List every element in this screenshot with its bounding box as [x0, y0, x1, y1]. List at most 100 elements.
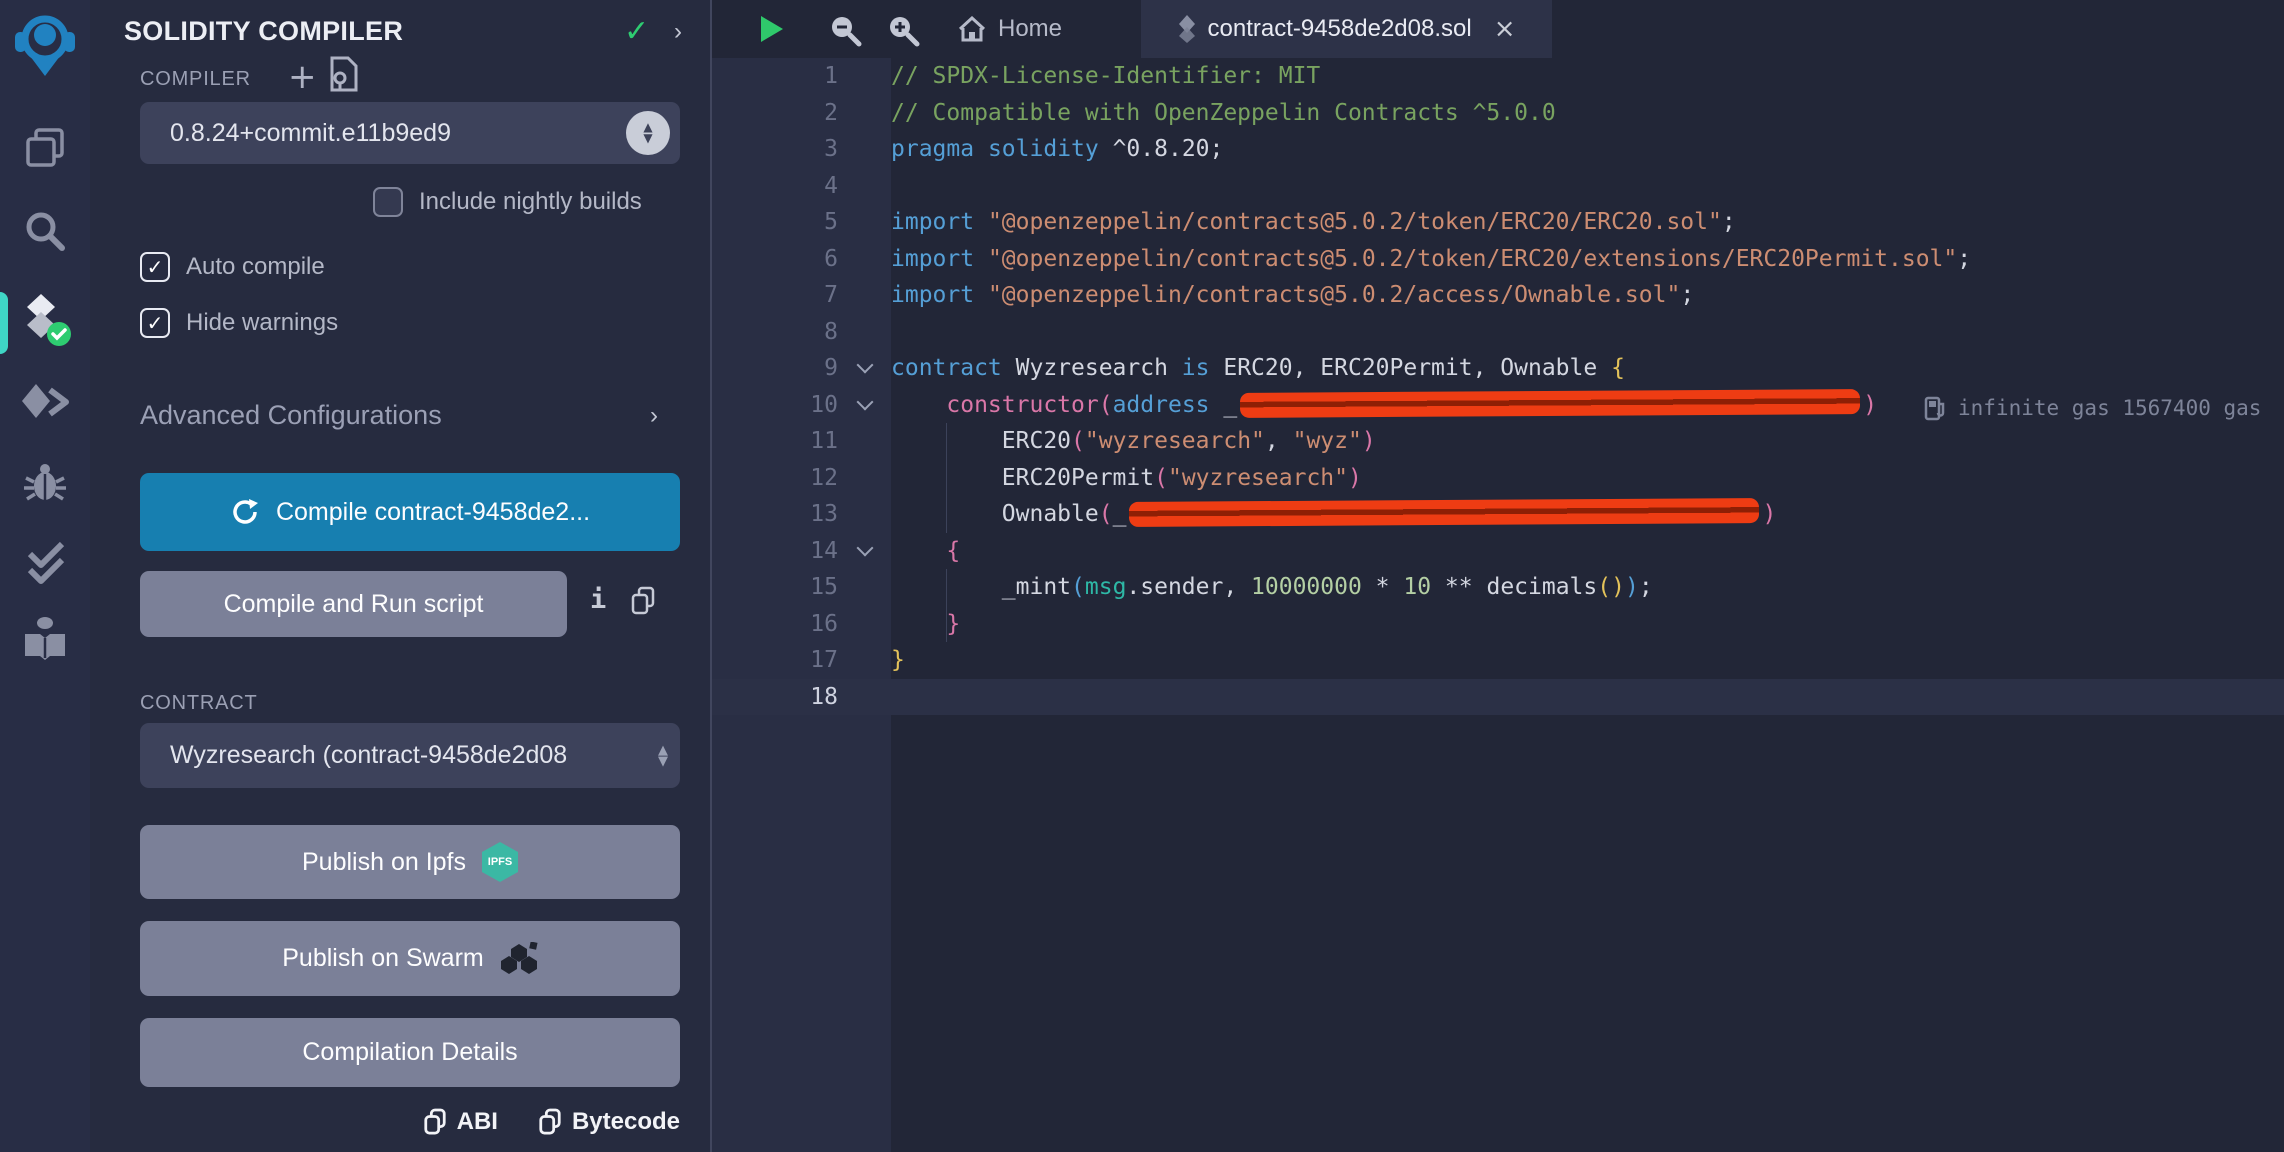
code-token: import: [891, 282, 975, 308]
compilation-details-button[interactable]: Compilation Details: [140, 1018, 680, 1087]
zoom-out-button[interactable]: [828, 13, 862, 52]
sidebar-item-unit-testing[interactable]: [0, 540, 90, 586]
hide-warnings-checkbox[interactable]: ✓: [140, 308, 170, 338]
nightly-builds-checkbox[interactable]: [373, 187, 403, 217]
line-number: 12: [810, 464, 838, 491]
code-line[interactable]: 18: [712, 678, 2284, 716]
copy-bytecode-button[interactable]: Bytecode: [538, 1108, 680, 1136]
code-line-content: ERC20("wyzresearch", "wyz"): [891, 423, 2284, 460]
code-token: msg: [1084, 574, 1127, 600]
redacted-address: [1240, 388, 1861, 418]
sidebar-item-file-explorer[interactable]: [0, 126, 90, 170]
nightly-builds-label: Include nightly builds: [419, 188, 642, 215]
run-script-button[interactable]: [760, 15, 784, 48]
sidebar-item-search[interactable]: [0, 208, 90, 254]
sidebar-item-solidity-compiler[interactable]: [0, 292, 90, 350]
gas-estimate-annotation: infinite gas 1567400 gas: [1924, 390, 2261, 426]
fold-toggle[interactable]: [838, 387, 891, 424]
code-token: ^0.8.20;: [1098, 136, 1224, 162]
code-line[interactable]: 12 ERC20Permit("wyzresearch"): [712, 459, 2284, 497]
code-line-content: [891, 314, 2284, 351]
code-token: *: [1361, 574, 1404, 600]
refresh-icon: [233, 499, 258, 524]
code-line[interactable]: 13 Ownable(_): [712, 496, 2284, 533]
sidebar-item-deploy-run[interactable]: [0, 382, 90, 424]
fold-toggle[interactable]: [838, 350, 891, 387]
code-line[interactable]: 11 ERC20("wyzresearch", "wyz"): [712, 423, 2284, 460]
code-line[interactable]: 2 // Compatible with OpenZeppelin Contrac…: [712, 95, 2284, 132]
code-line-content: import "@openzeppelin/contracts@5.0.2/ac…: [891, 277, 2284, 314]
code-token: constructor: [946, 391, 1099, 418]
code-line[interactable]: 8: [712, 314, 2284, 351]
code-token: }: [891, 610, 961, 637]
code-line-content: pragma solidity ^0.8.20;: [891, 131, 2284, 168]
panel-footer: ABI Bytecode: [90, 1108, 680, 1136]
code-line[interactable]: 1 // SPDX-License-Identifier: MIT: [712, 58, 2284, 95]
compile-and-run-button[interactable]: Compile and Run script: [140, 571, 567, 637]
line-number: 6: [824, 245, 838, 272]
line-number: 18: [810, 683, 838, 710]
tab-home-label: Home: [998, 15, 1063, 42]
code-line[interactable]: 5 import "@openzeppelin/contracts@5.0.2/t…: [712, 204, 2284, 241]
code-token: "@openzeppelin/contracts@5.0.2/access/Ow…: [987, 282, 1681, 308]
hide-warnings-label: Hide warnings: [186, 309, 339, 336]
publish-ipfs-button[interactable]: Publish on Ipfs IPFS: [140, 825, 680, 899]
code-line[interactable]: 7 import "@openzeppelin/contracts@5.0.2/a…: [712, 277, 2284, 314]
advanced-chevron-icon[interactable]: ›: [650, 402, 658, 430]
code-line[interactable]: 16 }: [712, 605, 2284, 643]
line-number: 17: [810, 647, 838, 673]
code-token: 10000000: [1251, 574, 1362, 600]
compile-success-check-icon: ✓: [624, 14, 650, 49]
copy-icon: [423, 1108, 446, 1135]
remix-logo-icon: [15, 15, 75, 76]
compiler-config-file-icon[interactable]: [328, 56, 360, 97]
zoom-in-button[interactable]: [886, 13, 920, 52]
auto-compile-label: Auto compile: [186, 253, 325, 280]
code-line[interactable]: 6 import "@openzeppelin/contracts@5.0.2/t…: [712, 241, 2284, 278]
code-line[interactable]: 9 contract Wyzresearch is ERC20, ERC20Per…: [712, 350, 2284, 387]
icon-sidebar: [0, 0, 91, 1152]
contract-select[interactable]: Wyzresearch (contract-9458de2d08 ▲ ▼: [140, 723, 680, 788]
code-token: // Compatible with OpenZeppelin Contract…: [891, 99, 1556, 126]
solidity-compiler-icon: [27, 294, 71, 346]
code-line[interactable]: 15 _mint(msg.sender, 10000000 * 10 ** de…: [712, 569, 2284, 606]
contract-section-label: CONTRACT: [140, 692, 258, 714]
tab-home[interactable]: Home: [944, 0, 1076, 58]
copy-abi-button[interactable]: ABI: [423, 1108, 498, 1136]
compile-button[interactable]: Compile contract-9458de2...: [140, 473, 680, 551]
code-token: "@openzeppelin/contracts@5.0.2/token/ERC…: [987, 209, 1722, 235]
ipfs-icon: IPFS: [482, 842, 518, 882]
sidebar-item-learneth[interactable]: [0, 614, 90, 662]
line-number: 9: [824, 355, 838, 381]
compiler-version-select[interactable]: 0.8.24+commit.e11b9ed9 ▲ ▼: [140, 102, 680, 164]
auto-compile-checkbox[interactable]: ✓: [140, 252, 170, 282]
info-icon[interactable]: i: [590, 584, 606, 615]
remix-logo[interactable]: [0, 12, 90, 78]
zoom-in-icon: [890, 17, 920, 47]
chevron-down-icon: [856, 539, 873, 557]
sidebar-item-debugger[interactable]: [0, 460, 90, 506]
publish-swarm-button[interactable]: Publish on Swarm: [140, 921, 680, 996]
copy-script-icon[interactable]: [630, 586, 656, 621]
abi-label: ABI: [456, 1108, 498, 1135]
line-number: 8: [824, 318, 838, 345]
code-line[interactable]: 17}: [712, 642, 2284, 679]
add-compiler-icon[interactable]: +: [288, 60, 317, 94]
code-token: address: [1112, 391, 1210, 418]
code-line[interactable]: 3 pragma solidity ^0.8.20;: [712, 131, 2284, 168]
fold-toggle[interactable]: [838, 533, 891, 570]
panel-chevron-icon[interactable]: ›: [674, 18, 682, 46]
tab-contract-file[interactable]: contract-9458de2d08.sol ×: [1141, 0, 1552, 58]
close-tab-icon[interactable]: ×: [1494, 14, 1516, 44]
code-line[interactable]: 4: [712, 168, 2284, 205]
advanced-configurations-label[interactable]: Advanced Configurations: [140, 400, 442, 431]
code-line[interactable]: 14 {: [712, 533, 2284, 570]
